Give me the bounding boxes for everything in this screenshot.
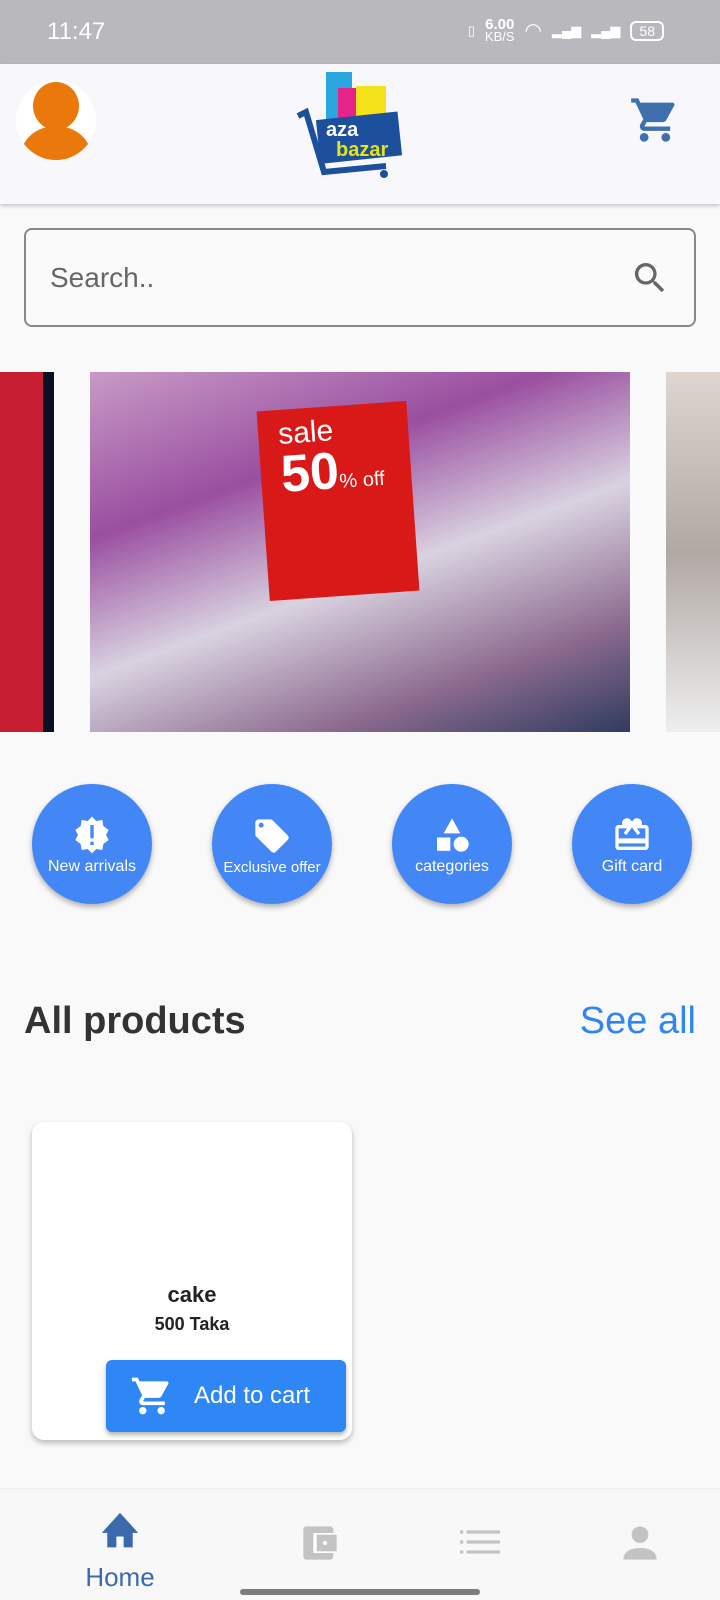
battery-indicator: 58 bbox=[630, 20, 664, 41]
gift-card-icon bbox=[612, 812, 652, 858]
app-bar: aza bazar bbox=[0, 64, 720, 204]
banner-prev[interactable] bbox=[0, 372, 54, 732]
sale-sign: sale 50% off bbox=[256, 400, 420, 602]
category-new-arrivals[interactable]: New arrivals bbox=[32, 784, 152, 904]
signal-icon-2: ▂▄▆ bbox=[591, 22, 621, 38]
category-categories[interactable]: categories bbox=[392, 784, 512, 904]
status-bar: 11:47 ▯ 6.00 KB/S ◠ ▂▄▆ ▂▄▆ 58 bbox=[0, 0, 720, 64]
new-badge-icon bbox=[72, 812, 112, 858]
add-to-cart-button[interactable]: Add to cart bbox=[106, 1360, 346, 1432]
banner-sale[interactable]: sale 50% off bbox=[90, 372, 630, 732]
search-placeholder: Search.. bbox=[50, 262, 155, 293]
wifi-icon: ◠ bbox=[524, 20, 542, 42]
list-icon bbox=[460, 1530, 500, 1554]
product-price: 500 Taka bbox=[154, 1314, 230, 1334]
section-title: All products bbox=[24, 1000, 246, 1042]
nav-profile[interactable] bbox=[580, 1523, 700, 1568]
category-gift-card[interactable]: Gift card bbox=[572, 784, 692, 904]
person-icon bbox=[623, 1526, 657, 1560]
product-name: cake bbox=[167, 1282, 217, 1307]
cart-icon bbox=[131, 1377, 169, 1415]
banner-next[interactable] bbox=[666, 372, 720, 732]
nav-home[interactable]: Home bbox=[60, 1511, 180, 1593]
wallet-icon bbox=[303, 1526, 337, 1560]
category-exclusive-offer[interactable]: Exclusive offer bbox=[212, 784, 332, 904]
shapes-icon bbox=[432, 812, 472, 858]
gesture-handle[interactable] bbox=[240, 1589, 480, 1595]
logo: aza bazar bbox=[296, 72, 403, 178]
signal-icon: ▂▄▆ bbox=[551, 22, 582, 38]
search-icon[interactable] bbox=[630, 258, 670, 298]
svg-text:aza: aza bbox=[326, 119, 359, 141]
vibrate-icon: ▯ bbox=[467, 22, 475, 38]
category-row: New arrivals Exclusive offer categories … bbox=[32, 784, 692, 904]
cart-icon[interactable] bbox=[628, 94, 682, 146]
clock: 11:47 bbox=[47, 18, 106, 45]
nav-wallet[interactable] bbox=[260, 1523, 380, 1568]
search-input[interactable]: Search.. bbox=[24, 228, 696, 327]
avatar[interactable] bbox=[16, 80, 96, 160]
section-header: All products See all bbox=[24, 1000, 696, 1043]
home-icon bbox=[101, 1512, 139, 1548]
product-card[interactable]: cake 500 Taka Add to cart bbox=[32, 1122, 352, 1440]
nav-list[interactable] bbox=[420, 1527, 540, 1562]
svg-text:bazar: bazar bbox=[336, 139, 388, 161]
bottom-nav: Home bbox=[0, 1488, 720, 1600]
tag-icon bbox=[252, 813, 292, 859]
net-speed: 6.00 KB/S bbox=[484, 15, 515, 44]
see-all-link[interactable]: See all bbox=[580, 1000, 696, 1043]
